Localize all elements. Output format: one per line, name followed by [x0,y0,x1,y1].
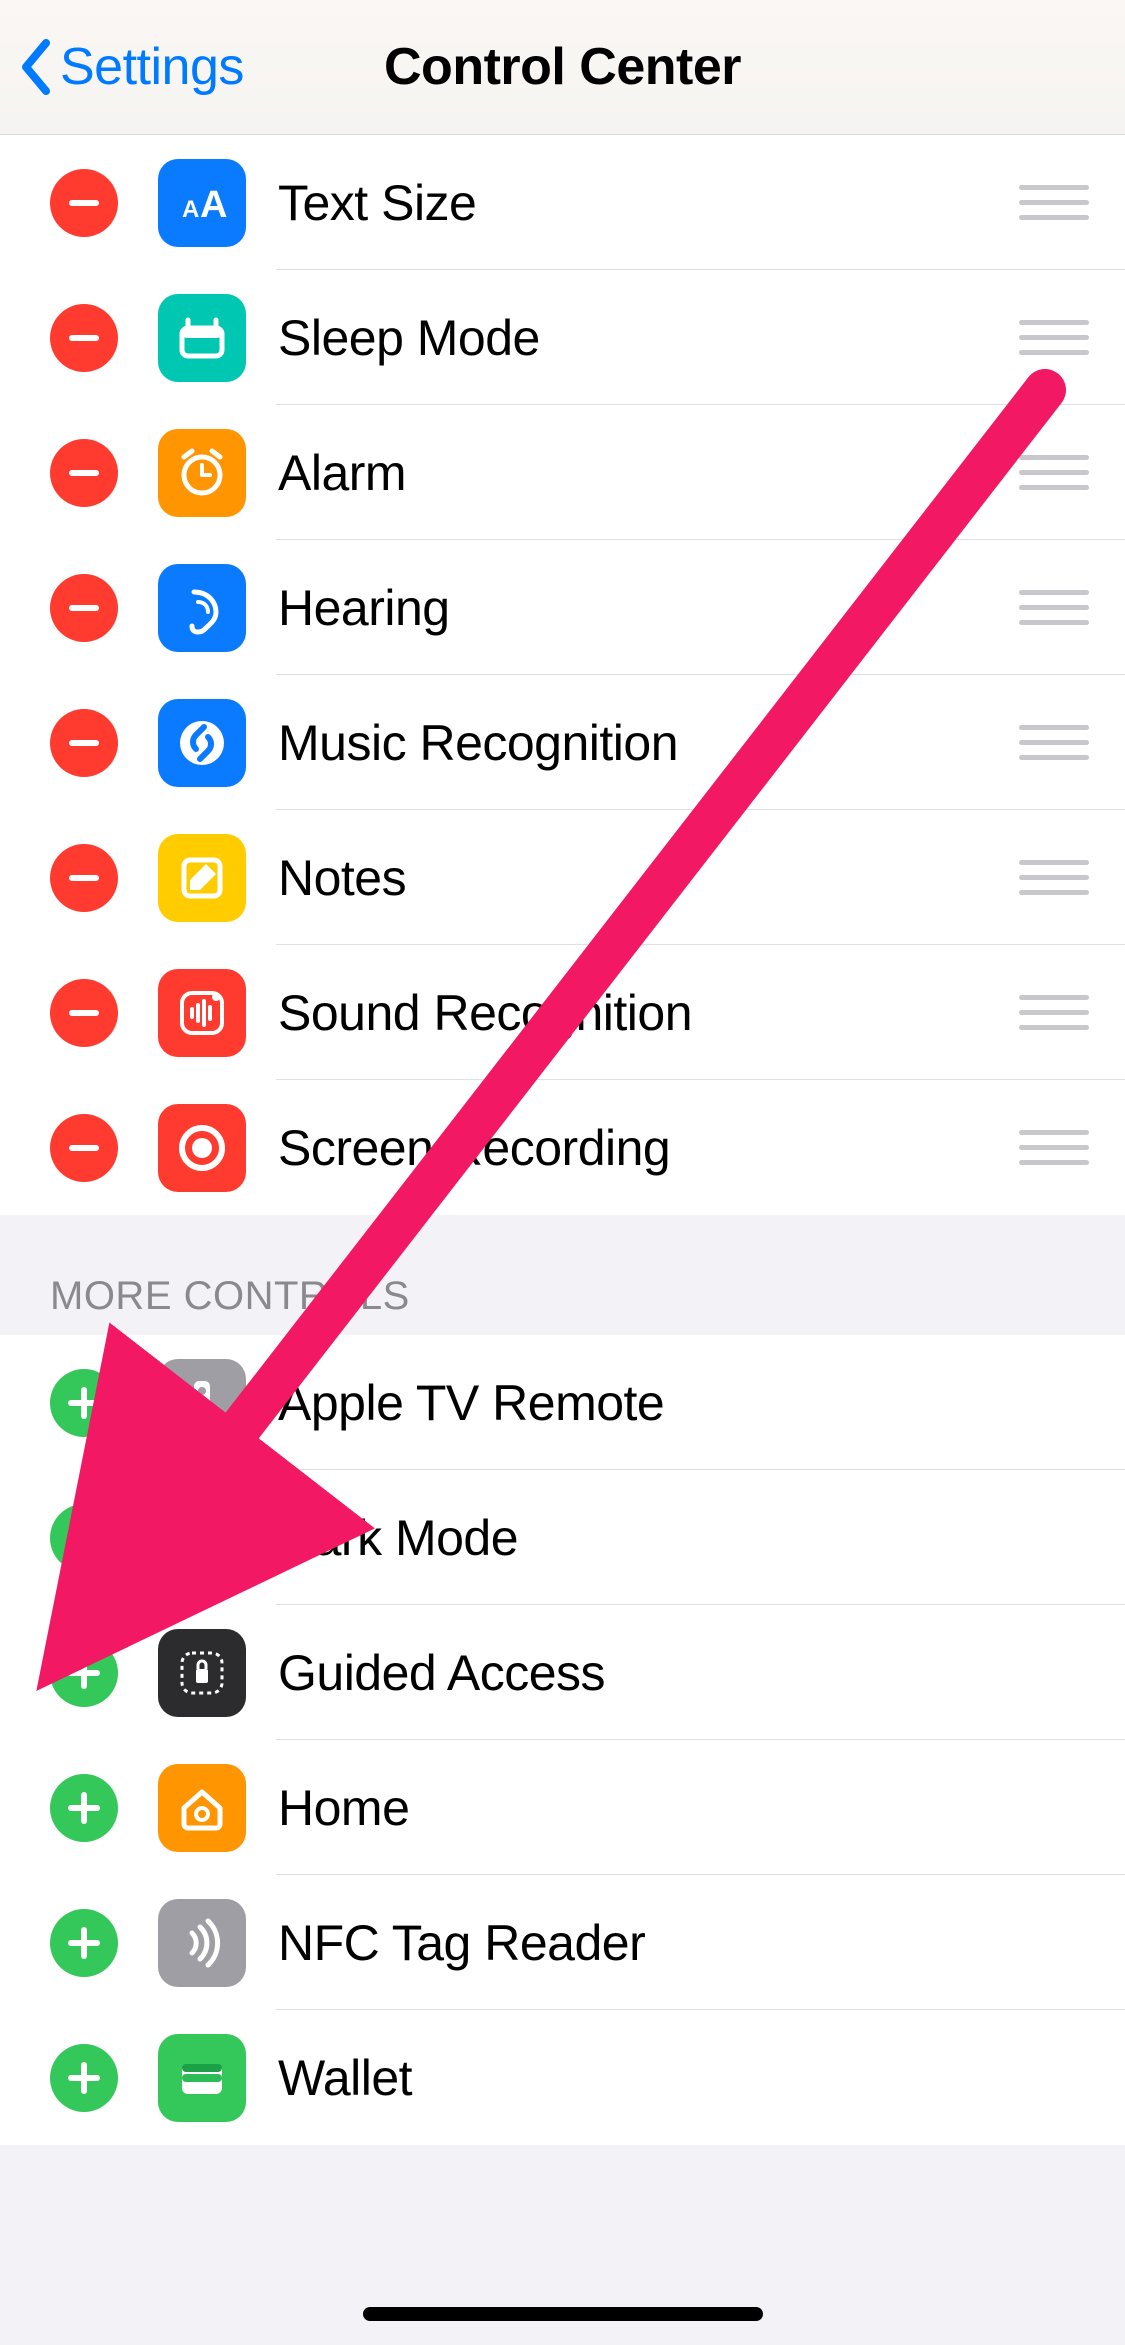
remove-button[interactable] [50,169,118,237]
control-label: Sleep Mode [278,309,1019,367]
more-control-row: NFC Tag Reader [0,1875,1125,2010]
add-button[interactable] [50,1639,118,1707]
svg-text:A: A [182,196,199,223]
more-controls-list: Apple TV Remote Dark Mode Guided Access Hom… [0,1335,1125,2145]
guided-icon [158,1629,246,1717]
svg-text:A: A [200,184,227,226]
nfc-icon [158,1899,246,1987]
alarm-icon [158,429,246,517]
included-control-row: Notes [0,810,1125,945]
more-control-row: Dark Mode [0,1470,1125,1605]
more-control-row: Guided Access [0,1605,1125,1740]
navbar: Settings Control Center [0,0,1125,135]
included-control-row: Sound Recognition [0,945,1125,1080]
control-label: Music Recognition [278,714,1019,772]
screenrec-icon [158,1104,246,1192]
drag-handle[interactable] [1019,185,1089,220]
add-button[interactable] [50,1909,118,1977]
back-button[interactable]: Settings [18,0,244,134]
drag-handle[interactable] [1019,455,1089,490]
included-control-row: Screen Recording [0,1080,1125,1215]
drag-handle[interactable] [1019,590,1089,625]
included-control-row: Music Recognition [0,675,1125,810]
included-control-row: AA Text Size [0,135,1125,270]
footer [0,2145,1125,2345]
remove-button[interactable] [50,1114,118,1182]
textsize-icon: AA [158,159,246,247]
drag-handle[interactable] [1019,860,1089,895]
remove-button[interactable] [50,574,118,642]
back-label: Settings [60,37,244,97]
control-label: Hearing [278,579,1019,637]
more-control-row: Apple TV Remote [0,1335,1125,1470]
included-control-row: Alarm [0,405,1125,540]
control-label: Dark Mode [278,1509,1089,1567]
more-controls-header: MORE CONTROLS [0,1215,1125,1335]
more-control-row: Wallet [0,2010,1125,2145]
drag-handle[interactable] [1019,995,1089,1030]
control-label: Wallet [278,2049,1089,2107]
tvremote-icon [158,1359,246,1447]
add-button[interactable] [50,2044,118,2112]
add-button[interactable] [50,1369,118,1437]
remove-button[interactable] [50,439,118,507]
drag-handle[interactable] [1019,1130,1089,1165]
home-icon [158,1764,246,1852]
control-label: Home [278,1779,1089,1837]
control-label: Sound Recognition [278,984,1019,1042]
remove-button[interactable] [50,844,118,912]
more-control-row: Home [0,1740,1125,1875]
control-label: Text Size [278,174,1019,232]
included-controls-list: AA Text Size Sleep Mode Alarm Hearing Music R… [0,135,1125,1215]
notes-icon [158,834,246,922]
hearing-icon [158,564,246,652]
add-button[interactable] [50,1774,118,1842]
control-label: Guided Access [278,1644,1089,1702]
soundrec-icon [158,969,246,1057]
sleep-icon [158,294,246,382]
remove-button[interactable] [50,709,118,777]
control-label: Screen Recording [278,1119,1019,1177]
add-button[interactable] [50,1504,118,1572]
control-label: NFC Tag Reader [278,1914,1089,1972]
remove-button[interactable] [50,304,118,372]
drag-handle[interactable] [1019,320,1089,355]
chevron-left-icon [18,39,52,95]
remove-button[interactable] [50,979,118,1047]
darkmode-icon [158,1494,246,1582]
home-indicator[interactable] [363,2307,763,2321]
wallet-icon [158,2034,246,2122]
control-label: Apple TV Remote [278,1374,1089,1432]
drag-handle[interactable] [1019,725,1089,760]
control-label: Notes [278,849,1019,907]
included-control-row: Sleep Mode [0,270,1125,405]
included-control-row: Hearing [0,540,1125,675]
shazam-icon [158,699,246,787]
control-label: Alarm [278,444,1019,502]
